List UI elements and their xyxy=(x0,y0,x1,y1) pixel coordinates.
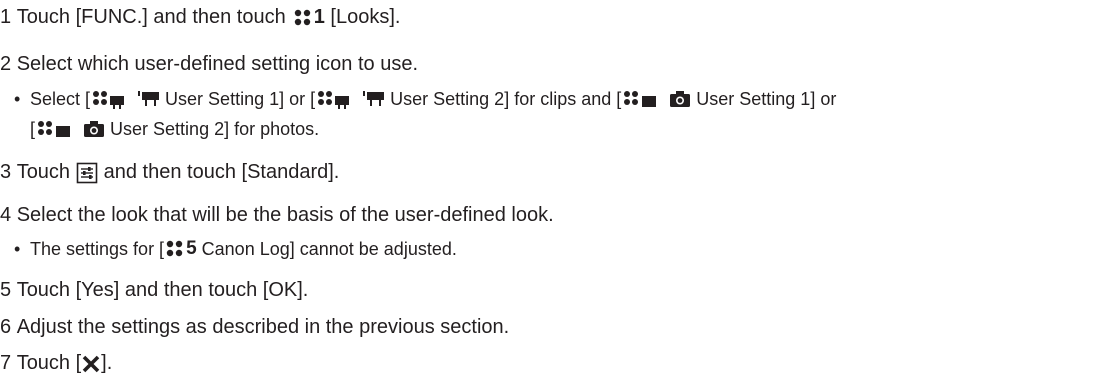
photo-user-icon xyxy=(624,91,657,107)
step-number: 1 xyxy=(0,6,12,28)
adjust-icon xyxy=(76,162,98,183)
step-number: 2 xyxy=(0,53,12,75)
bullet: • xyxy=(14,88,21,109)
step-2-bullet-line-1: • Select [ User Setting 1] or [ User Set… xyxy=(8,88,836,110)
step-text: Adjust the settings as described in the … xyxy=(16,316,510,338)
step-2-bullet-line-2: [ User Setting 2] for photos. xyxy=(30,118,319,140)
movie-user-icon xyxy=(318,91,350,109)
step-7: 7 Touch [ ]. xyxy=(0,352,112,375)
step-number: 3 xyxy=(0,161,12,183)
bullet-text: User Setting 2] for clips and [ xyxy=(390,88,622,109)
photo-user-icon xyxy=(38,121,71,137)
step-5: 5 Touch [Yes] and then touch [OK]. xyxy=(0,279,308,302)
instructions: 1 Touch [FUNC.] and then touch 1 [Looks]… xyxy=(0,0,1098,382)
step-text: [Looks]. xyxy=(330,6,401,28)
bullet-text: The settings for [ xyxy=(30,238,165,259)
step-number: 6 xyxy=(0,316,12,338)
bullet-text: User Setting 2] for photos. xyxy=(110,118,320,139)
camera-icon xyxy=(670,91,691,107)
camera-icon xyxy=(84,121,105,137)
step-6: 6 Adjust the settings as described in th… xyxy=(0,316,509,339)
bullet-text: User Setting 1] or xyxy=(696,88,837,109)
step-number: 7 xyxy=(0,352,12,374)
step-number: 5 xyxy=(0,279,12,301)
step-3: 3 Touch and then touch [Standard]. xyxy=(0,161,339,184)
step-4: 4 Select the look that will be the basis… xyxy=(0,204,554,227)
step-text: ]. xyxy=(101,352,113,374)
step-text: Touch [ xyxy=(16,352,82,374)
bullet-text: Canon Log] cannot be adjusted. xyxy=(201,238,457,259)
look-number: 5 xyxy=(186,238,197,259)
step-number: 4 xyxy=(0,204,12,226)
bullet-text: User Setting 1] or [ xyxy=(165,88,316,109)
step-text: Touch xyxy=(16,161,71,183)
movie-user-icon xyxy=(93,91,125,109)
step-text: Touch [Yes] and then touch [OK]. xyxy=(16,279,309,301)
bullet-text: Select [ xyxy=(30,88,91,109)
look-number: 1 xyxy=(313,6,325,28)
step-4-bullet: • The settings for [ 5 Canon Log] cannot… xyxy=(8,238,457,260)
bullet: • xyxy=(14,238,21,259)
close-x-icon xyxy=(82,355,100,372)
look-icon xyxy=(294,9,310,25)
film-camera-icon xyxy=(138,91,160,106)
step-text: Touch [FUNC.] and then touch xyxy=(16,6,286,28)
step-text: Select which user-defined setting icon t… xyxy=(16,53,419,75)
step-text: and then touch [Standard]. xyxy=(103,161,340,183)
step-2: 2 Select which user-defined setting icon… xyxy=(0,53,418,76)
look-icon xyxy=(166,240,183,257)
step-text: Select the look that will be the basis o… xyxy=(16,204,554,226)
film-camera-icon xyxy=(363,91,385,106)
step-1: 1 Touch [FUNC.] and then touch 1 [Looks]… xyxy=(0,6,400,29)
